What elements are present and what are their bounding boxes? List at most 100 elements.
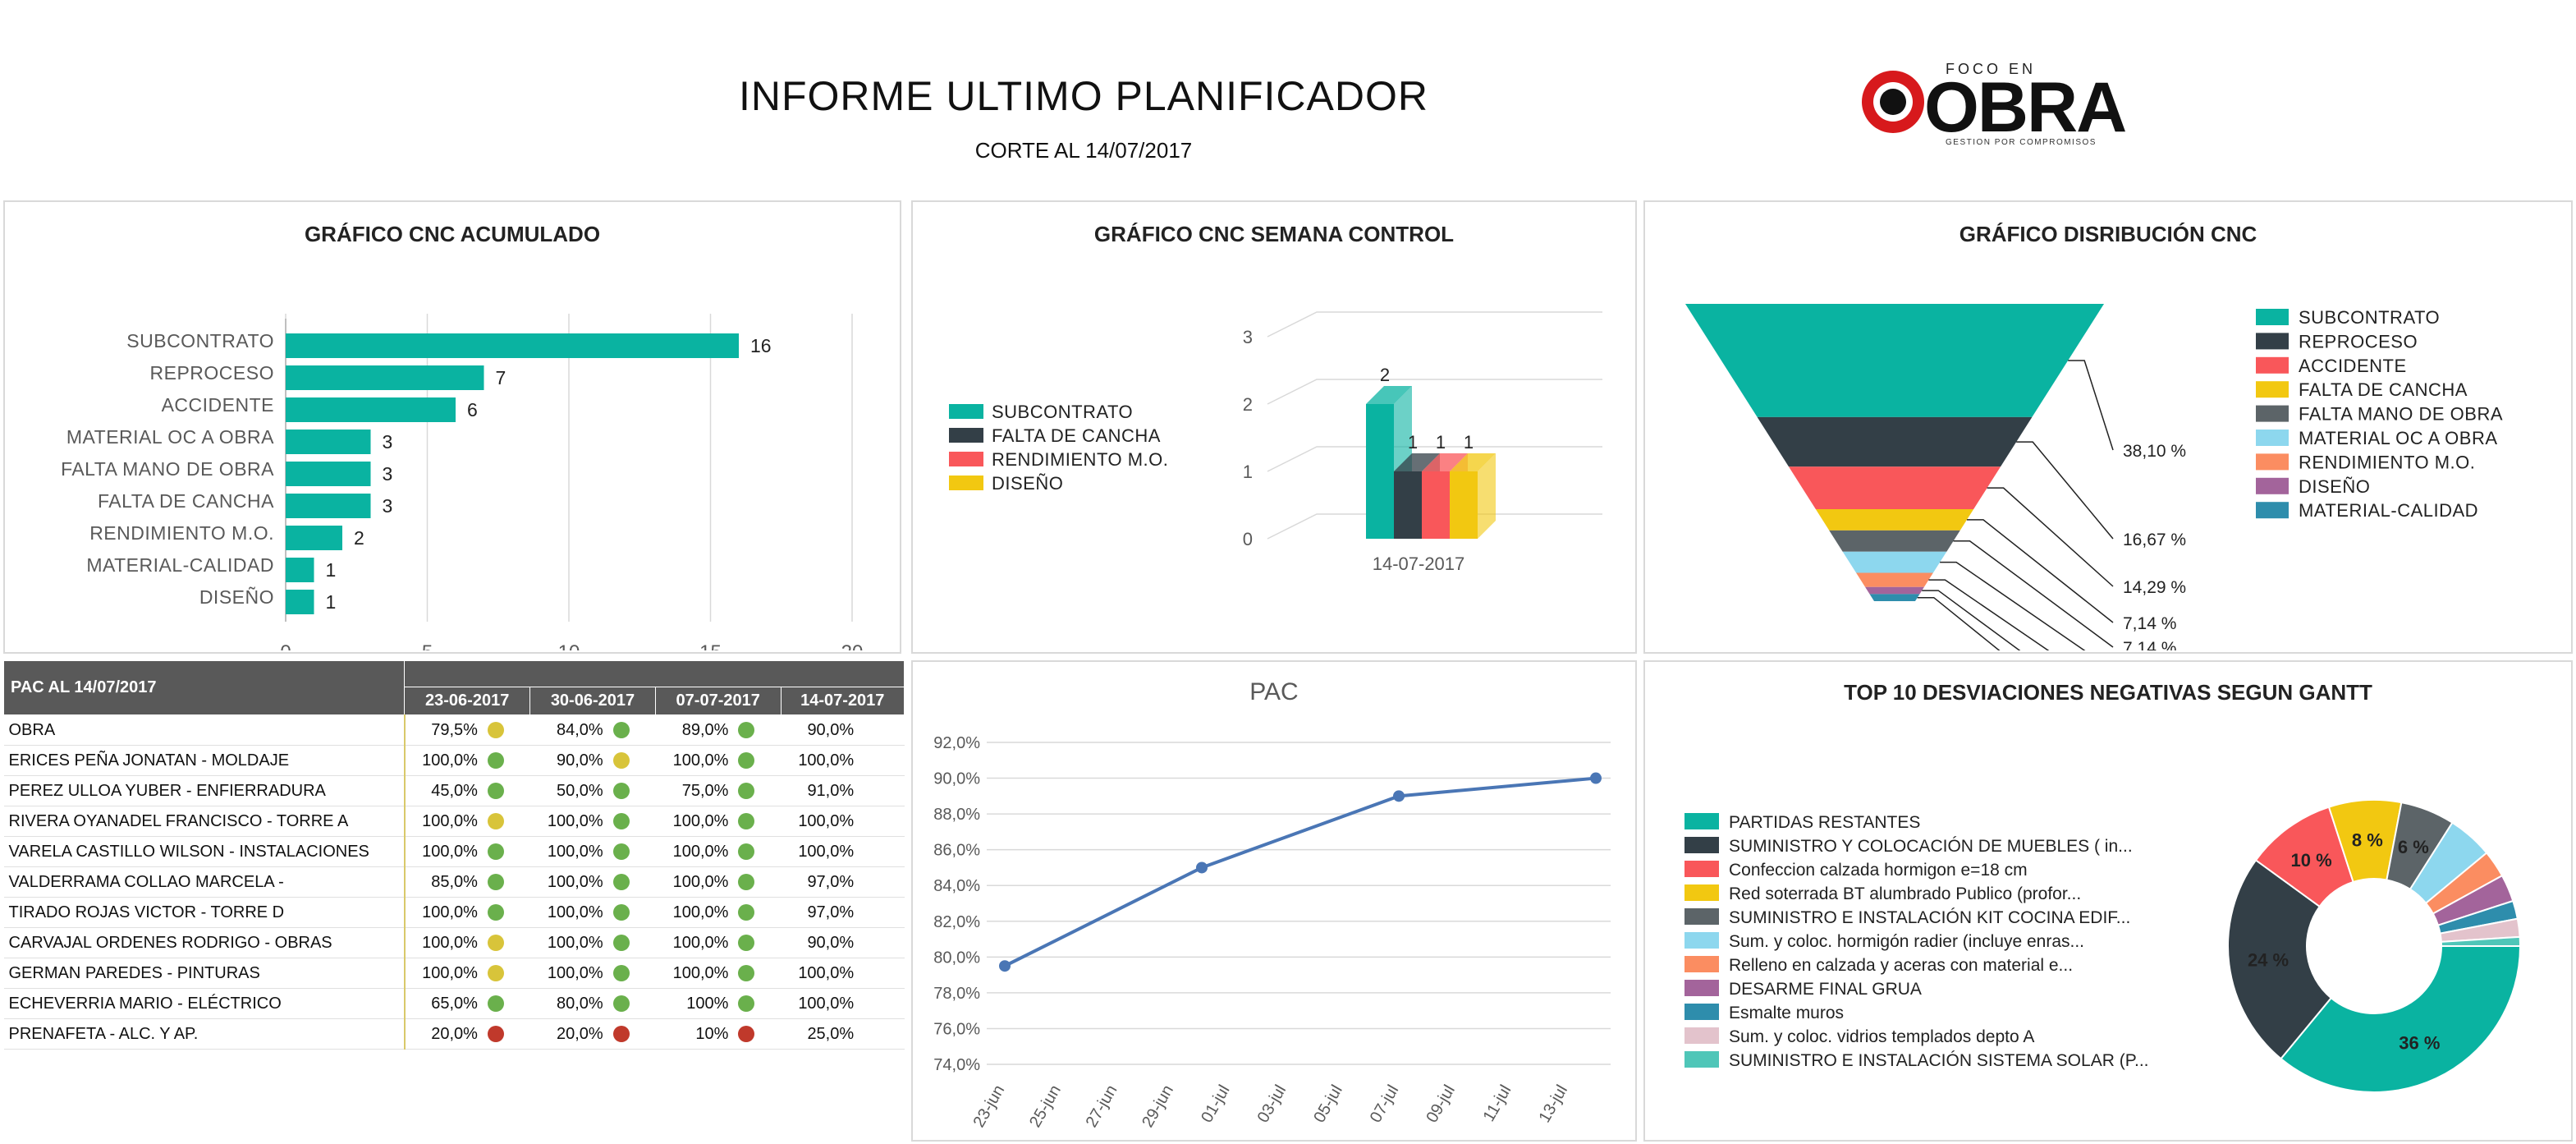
funnel-segment xyxy=(1865,586,1924,595)
line-chart-title: PAC xyxy=(1249,678,1298,705)
row-value: 50,0% xyxy=(529,775,610,806)
logo-ring-center xyxy=(1880,89,1906,115)
row-value: 100,0% xyxy=(781,836,861,867)
pac-table-grid: PAC AL 14/07/2017 23-06-2017 30-06-2017 07… xyxy=(2,660,905,1050)
table-row: ECHEVERRIA MARIO - ELÉCTRICO 65,0% 80,0% 10… xyxy=(3,988,905,1019)
legend-label: DESARME FINAL GRUA xyxy=(1729,980,1922,999)
pac-table-header: PAC AL 14/07/2017 xyxy=(2,660,406,715)
status-dot-icon xyxy=(612,935,630,952)
row-status-cell xyxy=(484,958,530,989)
legend-swatch xyxy=(949,476,983,490)
row-status-cell xyxy=(609,714,656,746)
y-tick-label: 80,0% xyxy=(933,949,980,967)
table-row: GERMAN PAREDES - PINTURAS 100,0% 100,0% 100… xyxy=(3,958,905,989)
category-label: REPROCESO xyxy=(150,362,274,384)
status-dot-icon xyxy=(487,874,504,891)
pac-table: PAC AL 14/07/2017 23-06-2017 30-06-2017 07… xyxy=(2,660,905,1056)
row-status-cell xyxy=(609,866,656,898)
donut-value-label: 6 % xyxy=(2398,837,2429,857)
y-tick-label: 86,0% xyxy=(933,842,980,860)
bar xyxy=(286,558,314,582)
donut-value-label: 8 % xyxy=(2352,829,2383,850)
y-tick-label: 82,0% xyxy=(933,913,980,931)
row-status-cell xyxy=(860,958,905,989)
legend-label: ACCIDENTE xyxy=(2299,356,2407,376)
pac-table-header-band xyxy=(404,660,905,687)
row-status-cell xyxy=(860,714,905,746)
logo-mark: FOCO EN OBRA GESTION POR COMPROMISOS xyxy=(1862,61,2127,147)
funnel-value-label: 7,14 % xyxy=(2123,614,2176,633)
status-dot-icon xyxy=(612,904,630,921)
row-status-cell xyxy=(860,897,905,928)
bar-value-label: 2 xyxy=(354,527,364,549)
row-status-cell xyxy=(484,745,530,776)
category-label: RENDIMIENTO M.O. xyxy=(89,522,274,544)
x-tick-label: 05-jul xyxy=(1310,1082,1346,1126)
y-tick-label: 78,0% xyxy=(933,985,980,1003)
row-status-cell xyxy=(609,836,656,867)
row-status-cell xyxy=(860,775,905,806)
row-name: ERICES PEÑA JONATAN - MOLDAJE xyxy=(3,745,406,776)
legend-swatch xyxy=(2256,477,2289,494)
status-dot-icon xyxy=(738,722,755,739)
row-value: 20,0% xyxy=(529,1018,610,1050)
row-value: 75,0% xyxy=(655,775,736,806)
row-status-cell xyxy=(484,988,530,1019)
legend-swatch xyxy=(1684,1027,1719,1044)
row-value: 100,0% xyxy=(655,836,736,867)
y-tick-label: 1 xyxy=(1243,462,1253,482)
chart-pac-line: PAC 74,0% 76,0% 78,0% 80,0% 82,0% 84,0% 86,0% 88… xyxy=(933,678,1611,1131)
legend-label: DISEÑO xyxy=(2299,476,2370,497)
funnel-leader-line xyxy=(2068,360,2114,451)
legend-swatch xyxy=(2256,333,2289,350)
status-dot-icon xyxy=(738,1026,755,1043)
row-status-cell xyxy=(609,806,656,837)
donut-value-label: 10 % xyxy=(2291,850,2332,871)
y-tick-label: 2 xyxy=(1243,394,1253,415)
status-dot-icon xyxy=(612,1026,630,1043)
legend-label: DISEÑO xyxy=(992,473,1063,494)
x-tick-label: 5 xyxy=(422,641,433,650)
legend-label: SUMINISTRO E INSTALACIÓN SISTEMA SOLAR (… xyxy=(1729,1051,2149,1070)
row-status-cell xyxy=(735,806,782,837)
legend-label: Relleno en calzada y aceras con material… xyxy=(1729,956,2073,975)
table-row: VARELA CASTILLO WILSON - INSTALACIONES 10… xyxy=(3,836,905,867)
row-name: CARVAJAL ORDENES RODRIGO - OBRAS xyxy=(3,927,406,958)
bar-value-label: 1 xyxy=(1408,432,1418,453)
x-tick-label: 13-jul xyxy=(1536,1082,1572,1126)
legend-label: Sum. y coloc. vidrios templados depto A xyxy=(1729,1027,2034,1046)
row-value: 100,0% xyxy=(404,806,484,837)
row-value: 84,0% xyxy=(529,714,610,746)
legend-label: SUBCONTRATO xyxy=(992,402,1133,422)
y-tick-label: 88,0% xyxy=(933,806,980,824)
row-value: 97,0% xyxy=(781,897,861,928)
legend-label: FALTA DE CANCHA xyxy=(2299,379,2468,400)
row-status-cell xyxy=(484,866,530,898)
row-value: 79,5% xyxy=(404,714,484,746)
status-dot-icon xyxy=(487,935,504,952)
pac-data-point xyxy=(1196,861,1208,874)
table-row: PRENAFETA - ALC. Y AP. 20,0% 20,0% 10% 25,0% xyxy=(3,1018,905,1050)
row-value: 91,0% xyxy=(781,775,861,806)
row-value: 100,0% xyxy=(655,897,736,928)
legend-label: RENDIMIENTO M.O. xyxy=(2299,452,2475,472)
funnel-leader-line xyxy=(1917,596,2001,650)
status-dot-icon xyxy=(487,752,504,770)
row-value: 100,0% xyxy=(655,806,736,837)
legend-swatch xyxy=(1684,1004,1719,1020)
x-tick-label: 25-jun xyxy=(1026,1082,1065,1131)
funnel-value-label: 14,29 % xyxy=(2123,578,2186,597)
status-dot-icon xyxy=(738,904,755,921)
pac-date-header: 23-06-2017 xyxy=(404,687,531,715)
category-label: DISEÑO xyxy=(199,586,274,608)
y-tick-label: 0 xyxy=(1243,529,1253,549)
row-status-cell xyxy=(484,806,530,837)
x-tick-label: 11-jul xyxy=(1480,1082,1515,1125)
legend-swatch xyxy=(2256,430,2289,446)
status-dot-icon xyxy=(487,995,504,1013)
row-status-cell xyxy=(735,866,782,898)
row-status-cell xyxy=(609,745,656,776)
bar-value-label: 3 xyxy=(383,495,393,517)
row-name: OBRA xyxy=(3,714,406,746)
x-tick-label: 0 xyxy=(280,641,291,650)
